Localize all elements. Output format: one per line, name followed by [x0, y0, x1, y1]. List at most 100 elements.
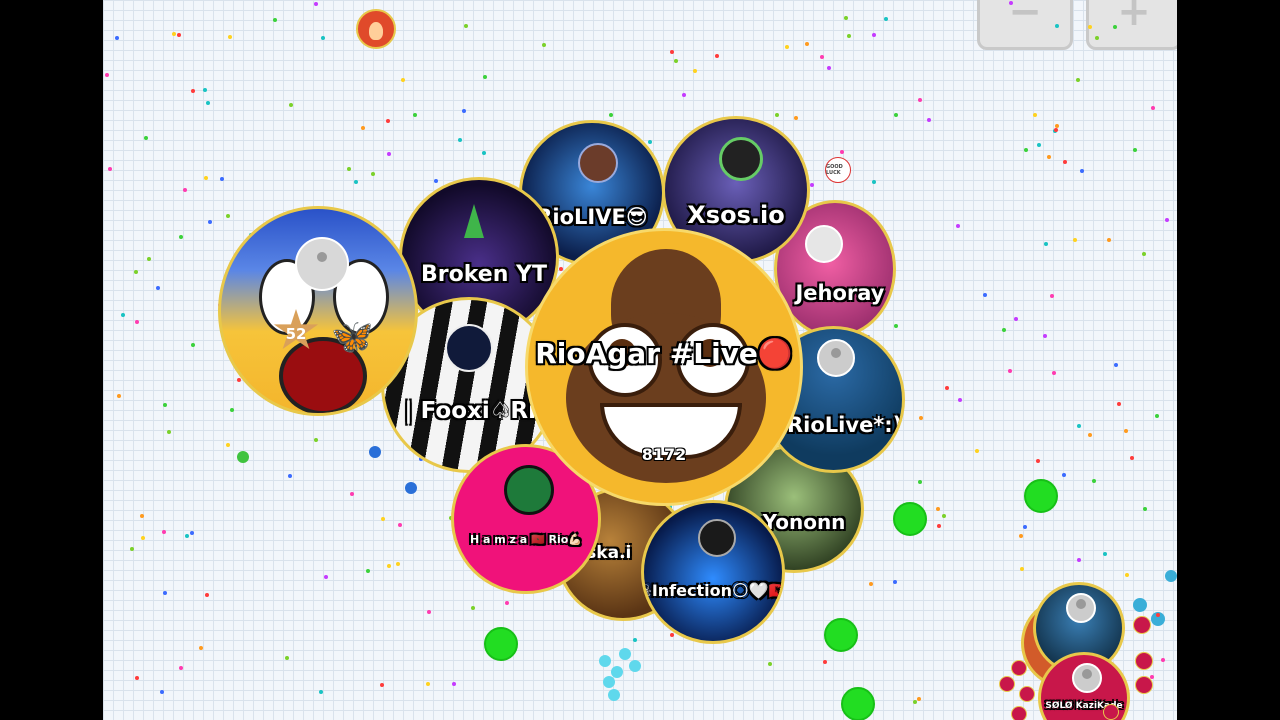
food-pellet — [163, 591, 167, 595]
food-pellet — [715, 54, 719, 58]
game-canvas[interactable]: − + GOOD LUCK eska.i Yononn Jehoray RioL… — [103, 0, 1177, 720]
ejected-mass — [608, 689, 620, 701]
food-pellet — [1151, 106, 1155, 110]
food-pellet — [167, 430, 171, 434]
avatar-icon — [445, 324, 493, 372]
food-pellet — [847, 34, 851, 38]
food-pellet — [204, 176, 208, 180]
food-pellet — [371, 172, 375, 176]
food-pellet — [1033, 113, 1037, 117]
food-pellet — [1002, 328, 1006, 332]
food-pellet — [1014, 317, 1018, 321]
food-pellet — [387, 564, 391, 568]
food-pellet — [670, 50, 674, 54]
food-pellet — [1037, 143, 1041, 147]
food-pellet — [380, 683, 384, 687]
food-pellet — [140, 514, 144, 518]
food-pellet — [542, 43, 546, 47]
food-pellet — [226, 443, 230, 447]
food-pellet — [674, 59, 678, 63]
food-pellet — [190, 531, 194, 535]
food-pellet — [810, 183, 814, 187]
food-pellet — [1142, 252, 1146, 256]
food-pellet — [936, 507, 940, 511]
ejected-mass — [599, 655, 611, 667]
food-pellet — [983, 293, 987, 297]
cell-surprised-face: 52 🦋 — [218, 206, 418, 416]
food-pellet — [670, 633, 674, 637]
ejected-mass — [1133, 598, 1147, 612]
food-pellet — [917, 697, 921, 701]
avatar-icon — [504, 465, 554, 515]
player-cell[interactable]: RioAgar #Live🔴 8172 — [525, 228, 803, 506]
food-pellet — [919, 416, 923, 420]
food-pellet — [464, 24, 468, 28]
ejected-mass — [629, 660, 641, 672]
food-pellet — [1133, 148, 1137, 152]
food-pellet — [135, 320, 139, 324]
skin-badge-icon — [1066, 593, 1096, 623]
virus — [1024, 479, 1058, 513]
food-pellet — [1024, 148, 1028, 152]
food-pellet — [893, 580, 897, 584]
food-pellet — [805, 42, 809, 46]
food-pellet — [840, 150, 844, 154]
cell-solo-fragment — [1135, 652, 1153, 670]
food-pellet — [775, 113, 779, 117]
food-pellet — [1088, 433, 1092, 437]
food-pellet — [1044, 242, 1048, 246]
food-pellet — [1019, 534, 1023, 538]
food-pellet — [273, 18, 277, 22]
skin-badge-icon — [1072, 663, 1102, 693]
food-pellet — [1103, 552, 1107, 556]
food-pellet — [434, 179, 438, 183]
food-pellet — [958, 398, 962, 402]
food-pellet — [942, 514, 946, 518]
food-pellet — [1054, 128, 1058, 132]
food-pellet — [1114, 363, 1118, 367]
food-pellet — [285, 656, 289, 660]
food-pellet — [1043, 334, 1047, 338]
food-pellet — [347, 167, 351, 171]
virus — [824, 618, 858, 652]
zoom-in-button[interactable]: + — [1086, 0, 1177, 50]
avatar-photo-icon — [805, 225, 843, 263]
food-pellet — [191, 343, 195, 347]
food-pellet — [827, 66, 831, 70]
food-pellet — [1165, 218, 1169, 222]
food-pellet — [1055, 24, 1059, 28]
ejected-mass — [237, 451, 249, 463]
food-pellet — [1117, 402, 1121, 406]
food-pellet — [693, 69, 697, 73]
cell-solo-fragment — [1133, 616, 1151, 634]
food-pellet — [156, 286, 160, 290]
food-pellet — [134, 270, 138, 274]
skin-badge-icon — [295, 237, 349, 291]
food-pellet — [505, 601, 509, 605]
food-pellet — [117, 394, 121, 398]
food-pellet — [237, 378, 241, 382]
food-pellet — [228, 35, 232, 39]
food-pellet — [1036, 459, 1040, 463]
food-pellet — [648, 140, 652, 144]
food-pellet — [483, 75, 487, 79]
ejected-mass — [603, 676, 615, 688]
food-pellet — [471, 606, 475, 610]
food-pellet — [1143, 507, 1147, 511]
food-pellet — [844, 16, 848, 20]
food-pellet — [869, 582, 873, 586]
food-pellet — [609, 113, 613, 117]
skin-badge-icon — [817, 339, 855, 377]
food-pellet — [918, 480, 922, 484]
food-pellet — [381, 517, 385, 521]
food-pellet — [1023, 525, 1027, 529]
food-pellet — [1092, 479, 1096, 483]
cell-solo-fragment — [1019, 686, 1035, 702]
food-pellet — [401, 78, 405, 82]
food-pellet — [785, 45, 789, 49]
cell-tiny-logo: GOOD LUCK — [825, 157, 851, 183]
food-pellet — [354, 180, 358, 184]
food-pellet — [160, 690, 164, 694]
food-pellet — [894, 113, 898, 117]
virus — [841, 687, 875, 720]
